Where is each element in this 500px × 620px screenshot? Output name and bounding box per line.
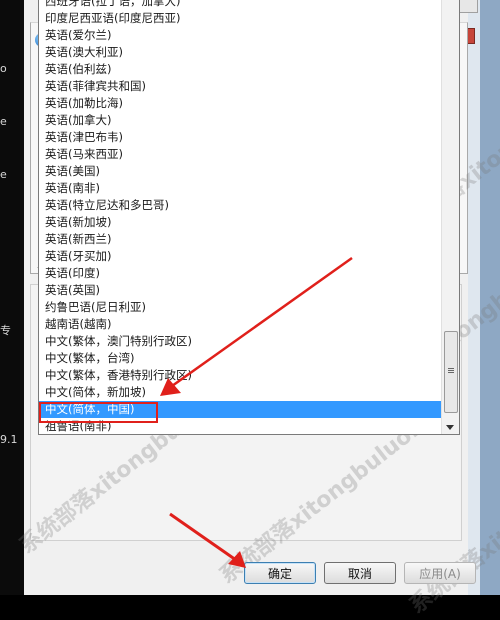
language-option[interactable]: 英语(牙买加): [39, 248, 441, 265]
apply-button[interactable]: 应用(A): [404, 562, 476, 584]
language-option[interactable]: 英语(爱尔兰): [39, 27, 441, 44]
desktop-label: 专: [0, 324, 11, 337]
grip-icon: [448, 368, 454, 369]
language-option[interactable]: 英语(加勒比海): [39, 95, 441, 112]
language-option[interactable]: 英语(伯利兹): [39, 61, 441, 78]
window-edge: [468, 0, 500, 595]
language-option[interactable]: 祖鲁语(南非): [39, 418, 441, 434]
language-option[interactable]: 英语(南非): [39, 180, 441, 197]
ok-button[interactable]: 确定: [244, 562, 316, 584]
language-option[interactable]: 中文(简体，新加坡): [39, 384, 441, 401]
language-option[interactable]: 英语(津巴布韦): [39, 129, 441, 146]
desktop-label: e: [0, 115, 7, 128]
language-option-selected[interactable]: 中文(简体，中国): [39, 401, 441, 418]
scrollbar[interactable]: [441, 0, 459, 434]
language-option[interactable]: 英语(印度): [39, 265, 441, 282]
language-option[interactable]: 英语(特立尼达和多巴哥): [39, 197, 441, 214]
language-option[interactable]: 中文(繁体，香港特别行政区): [39, 367, 441, 384]
desktop-label: o: [0, 62, 7, 75]
language-option[interactable]: 中文(繁体，台湾): [39, 350, 441, 367]
scroll-down-arrow-icon[interactable]: [446, 425, 454, 430]
language-option[interactable]: 英语(新西兰): [39, 231, 441, 248]
language-option[interactable]: 英语(澳大利亚): [39, 44, 441, 61]
language-option[interactable]: 英语(加拿大): [39, 112, 441, 129]
language-option[interactable]: 英语(英国): [39, 282, 441, 299]
scrollbar-thumb[interactable]: [444, 331, 458, 413]
language-option[interactable]: 英语(美国): [39, 163, 441, 180]
language-option[interactable]: 中文(繁体，澳门特别行政区): [39, 333, 441, 350]
language-option[interactable]: 约鲁巴语(尼日利亚): [39, 299, 441, 316]
desktop-label: 9.1: [0, 433, 18, 446]
language-dropdown-list[interactable]: 西班牙语(拉丁语，加拿大) 印度尼西亚语(印度尼西亚) 英语(爱尔兰) 英语(澳大利亚…: [38, 0, 460, 435]
cancel-button[interactable]: 取消: [324, 562, 396, 584]
language-options: 西班牙语(拉丁语，加拿大) 印度尼西亚语(印度尼西亚) 英语(爱尔兰) 英语(澳大利亚…: [39, 0, 441, 434]
desktop-label: e: [0, 168, 7, 181]
language-option[interactable]: 越南语(越南): [39, 316, 441, 333]
language-option[interactable]: 印度尼西亚语(印度尼西亚): [39, 10, 441, 27]
language-option[interactable]: 英语(新加坡): [39, 214, 441, 231]
language-option[interactable]: 英语(菲律宾共和国): [39, 78, 441, 95]
language-option[interactable]: 英语(马来西亚): [39, 146, 441, 163]
language-option[interactable]: 西班牙语(拉丁语，加拿大): [39, 0, 441, 10]
